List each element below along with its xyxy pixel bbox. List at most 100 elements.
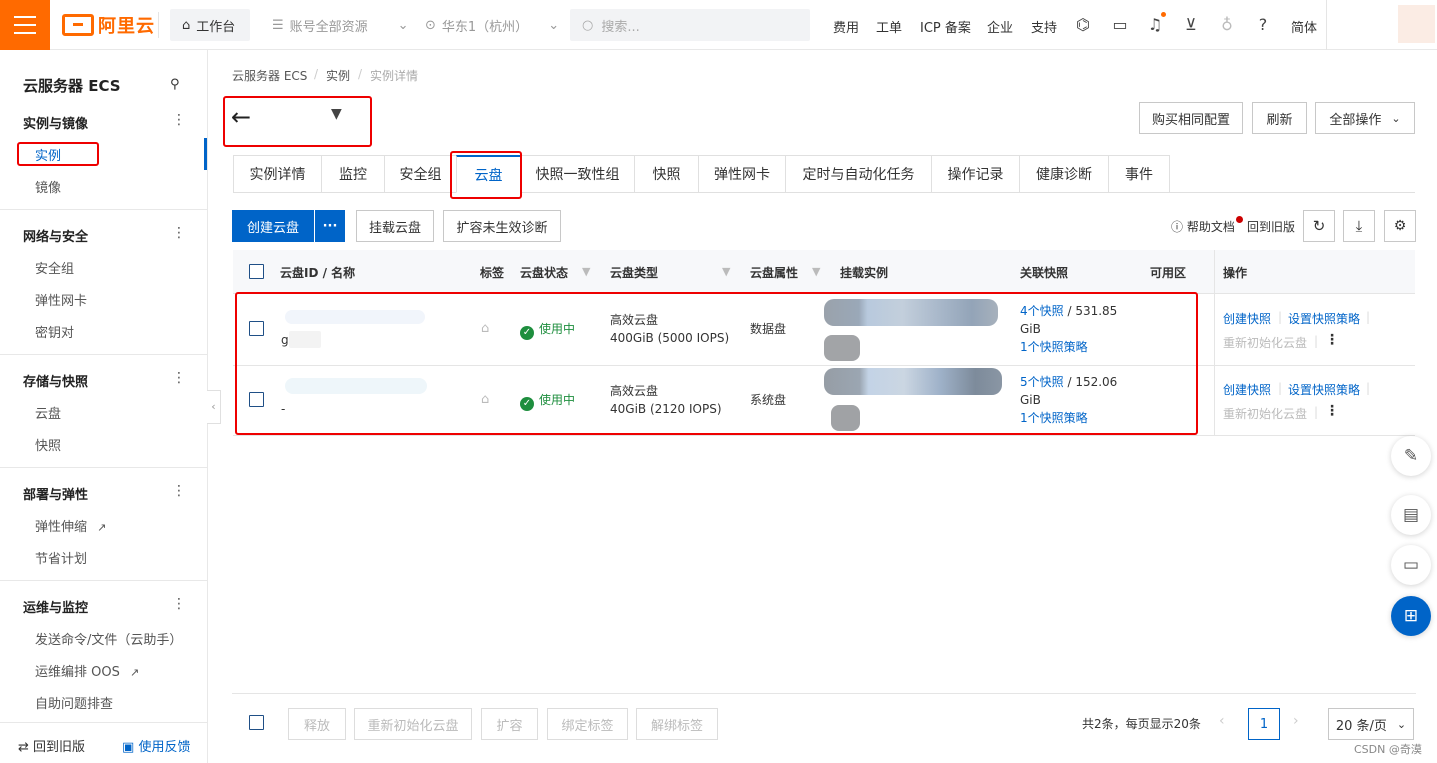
sidebar-group-storage-snapshots[interactable]: 存储与快照: [23, 371, 88, 390]
sidebar-item-key-pairs[interactable]: 密钥对: [35, 322, 74, 341]
filter-icon[interactable]: ▼: [582, 265, 590, 278]
tab-snapshots[interactable]: 快照: [634, 155, 698, 193]
search-icon[interactable]: ⚲: [170, 77, 180, 92]
set-snapshot-policy-link[interactable]: 设置快照策略: [1288, 310, 1360, 327]
terminal-icon[interactable]: ▭: [1110, 15, 1130, 35]
menu-icon[interactable]: [0, 0, 50, 50]
account-scope-select[interactable]: ☰ 账号全部资源 ⌄: [272, 9, 409, 41]
bind-tag-button[interactable]: 绑定标签: [547, 708, 628, 740]
feedback-link[interactable]: ▣ 使用反馈: [122, 736, 190, 755]
buy-same-config-button[interactable]: 购买相同配置: [1139, 102, 1243, 134]
tab-health-diagnosis[interactable]: 健康诊断: [1019, 155, 1108, 193]
reinitialize-disk-button[interactable]: 重新初始化云盘: [354, 708, 472, 740]
more-icon[interactable]: ⋮: [1325, 403, 1339, 419]
sidebar-item-self-diagnosis[interactable]: 自助问题排查: [35, 693, 113, 712]
sidebar-item-disks[interactable]: 云盘: [35, 403, 61, 422]
snapshot-policy-link[interactable]: 1个快照策略: [1020, 338, 1088, 356]
tab-enis[interactable]: 弹性网卡: [698, 155, 785, 193]
help-doc-link[interactable]: ⓘ 帮助文档: [1171, 218, 1235, 235]
sidebar-item-instances[interactable]: 实例: [35, 145, 61, 164]
tab-snapshot-consistency-groups[interactable]: 快照一致性组: [520, 155, 634, 193]
set-snapshot-policy-link[interactable]: 设置快照策略: [1288, 381, 1360, 398]
release-button[interactable]: 释放: [288, 708, 346, 740]
create-snapshot-link[interactable]: 创建快照: [1223, 310, 1271, 327]
filter-icon[interactable]: ▼: [722, 265, 730, 278]
sidebar-group-instances-images[interactable]: 实例与镜像: [23, 113, 88, 132]
filter-icon[interactable]: ▼: [812, 265, 820, 278]
row-checkbox[interactable]: [249, 392, 264, 407]
tab-monitoring[interactable]: 监控: [321, 155, 384, 193]
sidebar-item-savings-plan[interactable]: 节省计划: [35, 548, 87, 567]
tab-scheduled-tasks[interactable]: 定时与自动化任务: [785, 155, 931, 193]
create-disk-more-button[interactable]: ···: [315, 210, 345, 242]
sidebar-group-ops-monitoring[interactable]: 运维与监控: [23, 597, 88, 616]
sidebar-group-deployment-elasticity[interactable]: 部署与弹性: [23, 484, 88, 503]
cart-icon[interactable]: ⊻: [1181, 15, 1201, 35]
tab-operation-logs[interactable]: 操作记录: [931, 155, 1019, 193]
refresh-button[interactable]: 刷新: [1252, 102, 1307, 134]
tab-events[interactable]: 事件: [1108, 155, 1170, 193]
back-to-old-link[interactable]: ⇄ 回到旧版: [18, 736, 85, 755]
snapshot-count-link[interactable]: 4个快照: [1020, 304, 1064, 318]
avatar[interactable]: [1398, 5, 1435, 43]
row-checkbox[interactable]: [249, 321, 264, 336]
create-snapshot-link[interactable]: 创建快照: [1223, 381, 1271, 398]
sidebar-item-security-groups[interactable]: 安全组: [35, 258, 74, 277]
select-all-footer-checkbox[interactable]: [249, 715, 264, 730]
sidebar-item-snapshots[interactable]: 快照: [35, 435, 61, 454]
tab-disks[interactable]: 云盘: [456, 155, 520, 193]
help-icon[interactable]: ?: [1253, 15, 1273, 35]
page-size-select[interactable]: 20 条/页 ⌄: [1328, 708, 1414, 740]
breadcrumb-ecs[interactable]: 云服务器 ECS: [232, 67, 307, 84]
more-icon[interactable]: ⋮: [172, 112, 186, 128]
all-operations-button[interactable]: 全部操作 ⌄: [1315, 102, 1415, 134]
sidebar-group-network-security[interactable]: 网络与安全: [23, 226, 88, 245]
tag-icon[interactable]: ⌂: [481, 392, 489, 407]
refresh-icon[interactable]: ↻: [1303, 210, 1335, 242]
unbind-tag-button[interactable]: 解绑标签: [636, 708, 718, 740]
back-arrow-icon[interactable]: ←: [231, 104, 251, 130]
nav-link-fees[interactable]: 费用: [833, 17, 859, 36]
language-switch[interactable]: 简体: [1291, 17, 1317, 36]
page-1-button[interactable]: 1: [1248, 708, 1280, 740]
nav-link-ticket[interactable]: 工单: [876, 17, 902, 36]
more-icon[interactable]: ⋮: [1325, 332, 1339, 348]
workbench-button[interactable]: ⌂ 工作台: [170, 9, 250, 41]
expansion-diagnosis-button[interactable]: 扩容未生效诊断: [443, 210, 561, 242]
bell-icon[interactable]: ♫: [1145, 15, 1165, 35]
sidebar-item-auto-scaling[interactable]: 弹性伸缩 ↗: [35, 516, 106, 535]
aliyun-logo[interactable]: 阿里云: [62, 13, 155, 37]
tag-icon[interactable]: ⌂: [481, 321, 489, 336]
more-icon[interactable]: ⋮: [172, 596, 186, 612]
edit-icon[interactable]: ✎: [1391, 436, 1431, 476]
search-input[interactable]: ○ 搜索...: [570, 9, 810, 41]
nav-link-support[interactable]: 支持: [1031, 17, 1057, 36]
tab-instance-detail[interactable]: 实例详情: [233, 155, 321, 193]
next-page-icon[interactable]: ›: [1293, 713, 1299, 729]
sidebar-item-cloud-assistant[interactable]: 发送命令/文件（云助手）: [35, 629, 182, 648]
sidebar-item-enis[interactable]: 弹性网卡: [35, 290, 87, 309]
select-all-checkbox[interactable]: [249, 264, 264, 279]
breadcrumb-instances[interactable]: 实例: [326, 67, 350, 84]
create-disk-button[interactable]: 创建云盘: [232, 210, 314, 242]
download-icon[interactable]: ⤓: [1343, 210, 1375, 242]
nav-link-icp[interactable]: ICP 备案: [920, 17, 971, 36]
chat-icon[interactable]: ▭: [1391, 545, 1431, 585]
lightbulb-icon[interactable]: ♁: [1217, 15, 1237, 35]
book-icon[interactable]: ▤: [1391, 495, 1431, 535]
more-icon[interactable]: ⋮: [172, 225, 186, 241]
more-icon[interactable]: ⋮: [172, 483, 186, 499]
instance-dropdown-icon[interactable]: ▼: [331, 106, 342, 122]
snapshot-policy-link[interactable]: 1个快照策略: [1020, 409, 1088, 427]
sidebar-collapse-handle[interactable]: ‹: [207, 390, 221, 424]
sidebar-item-oos[interactable]: 运维编排 OOS ↗: [35, 661, 139, 680]
sidebar-item-images[interactable]: 镜像: [35, 177, 61, 196]
previous-page-icon[interactable]: ‹: [1219, 713, 1225, 729]
expand-button[interactable]: 扩容: [481, 708, 538, 740]
more-icon[interactable]: ⋮: [172, 370, 186, 386]
code-icon[interactable]: ⌬: [1073, 15, 1093, 35]
attach-disk-button[interactable]: 挂载云盘: [356, 210, 434, 242]
region-select[interactable]: ⊙ 华东1（杭州） ⌄: [425, 9, 559, 41]
settings-icon[interactable]: ⚙: [1384, 210, 1416, 242]
nav-link-enterprise[interactable]: 企业: [987, 17, 1013, 36]
